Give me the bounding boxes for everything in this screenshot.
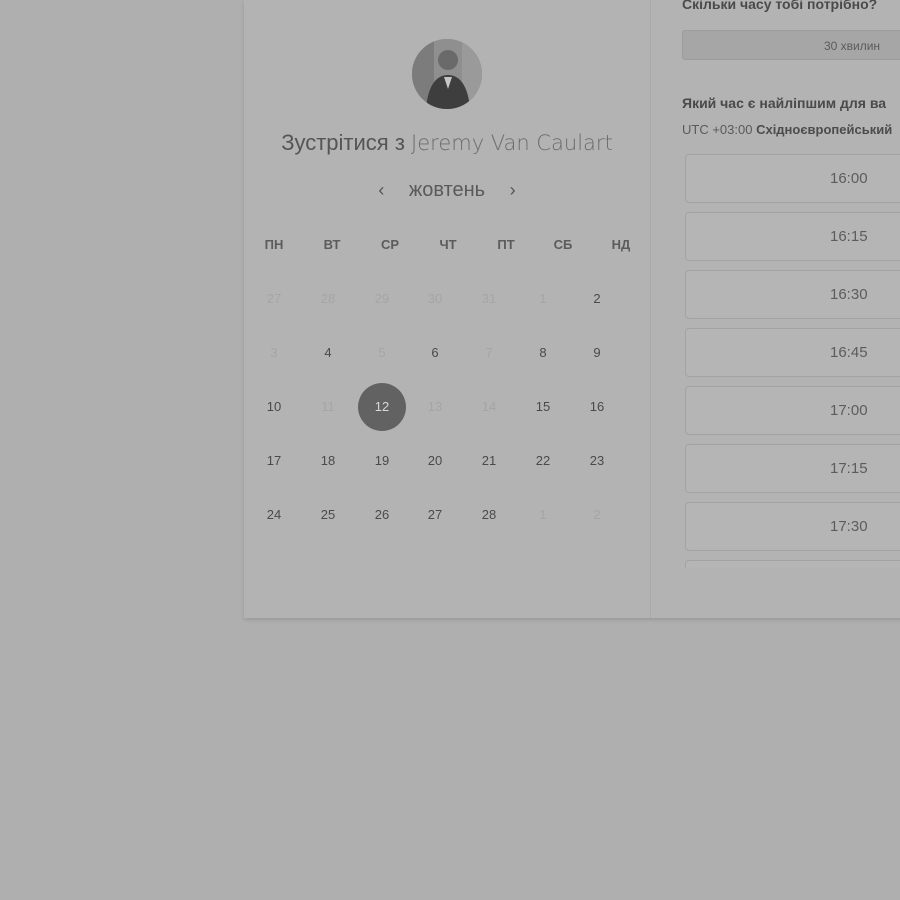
calendar-day[interactable]: 22 [520,438,566,484]
time-slot-button[interactable]: 16:15 [685,212,900,261]
calendar-day: 28 [320,291,336,306]
calendar-day: 5 [378,345,386,360]
calendar-day[interactable]: 4 [305,330,351,376]
time-slot-button[interactable]: 17:45 [685,560,900,568]
calendar-day: 13 [427,399,443,414]
calendar-day[interactable]: 6 [412,330,458,376]
calendar-day[interactable]: 8 [520,330,566,376]
time-question: Який час є найліпшим для ва [682,95,887,111]
calendar-day[interactable]: 24 [251,492,297,538]
time-slot-button[interactable]: 16:00 [685,154,900,203]
calendar-day[interactable]: 27 [412,492,458,538]
calendar-day[interactable]: 10 [251,384,297,430]
calendar-day[interactable]: 21 [466,438,512,484]
timezone-label[interactable]: UTC +03:00 Східноєвропейський [682,122,892,137]
time-slot-button[interactable]: 17:30 [685,502,900,551]
calendar-day[interactable]: 23 [574,438,620,484]
calendar-day: 7 [485,345,493,360]
calendar-day: 14 [481,399,497,414]
calendar-grid: 27 28 29 30 31 1 2 3 4 5 6 7 8 9 10 11 12 13 14 15 16 17 18 19 2… [244,0,650,618]
time-slot-button[interactable]: 16:30 [685,270,900,319]
calendar-day[interactable]: 2 [574,276,620,322]
time-slot-list[interactable]: 16:00 16:15 16:30 16:45 17:00 17:15 17:30 17:45 [685,154,900,568]
calendar-day[interactable]: 16 [574,384,620,430]
calendar-day: 2 [593,507,601,522]
calendar-day[interactable]: 26 [359,492,405,538]
booking-card: Зустрітися з Jeremy Van Caulart ‹ жовтен… [244,0,900,618]
timezone-name: Східноєвропейський [756,122,893,137]
calendar-day: 30 [427,291,443,306]
calendar-day[interactable]: 9 [574,330,620,376]
time-slot-button[interactable]: 17:15 [685,444,900,493]
time-pane: Скільки часу тобі потрібно? 30 хвилин Як… [651,0,900,618]
calendar-pane: Зустрітися з Jeremy Van Caulart ‹ жовтен… [244,0,651,618]
calendar-day[interactable]: 20 [412,438,458,484]
calendar-day[interactable]: 28 [466,492,512,538]
calendar-day[interactable]: 18 [305,438,351,484]
calendar-day: 1 [539,291,547,306]
calendar-day: 11 [321,399,335,414]
time-slot-button[interactable]: 16:45 [685,328,900,377]
calendar-day[interactable]: 17 [251,438,297,484]
calendar-day: 3 [270,345,278,360]
calendar-day: 27 [266,291,282,306]
calendar-day[interactable]: 25 [305,492,351,538]
calendar-day: 1 [539,507,547,522]
time-slot-button[interactable]: 17:00 [685,386,900,435]
calendar-day[interactable]: 19 [359,438,405,484]
calendar-day-selected[interactable]: 12 [358,383,406,431]
calendar-day[interactable]: 15 [520,384,566,430]
timezone-offset: UTC +03:00 [682,122,753,137]
calendar-day: 31 [481,291,497,306]
duration-select[interactable]: 30 хвилин [682,30,900,60]
calendar-day: 29 [374,291,390,306]
page: Зустрітися з Jeremy Van Caulart ‹ жовтен… [0,0,900,900]
duration-question: Скільки часу тобі потрібно? [682,0,878,12]
